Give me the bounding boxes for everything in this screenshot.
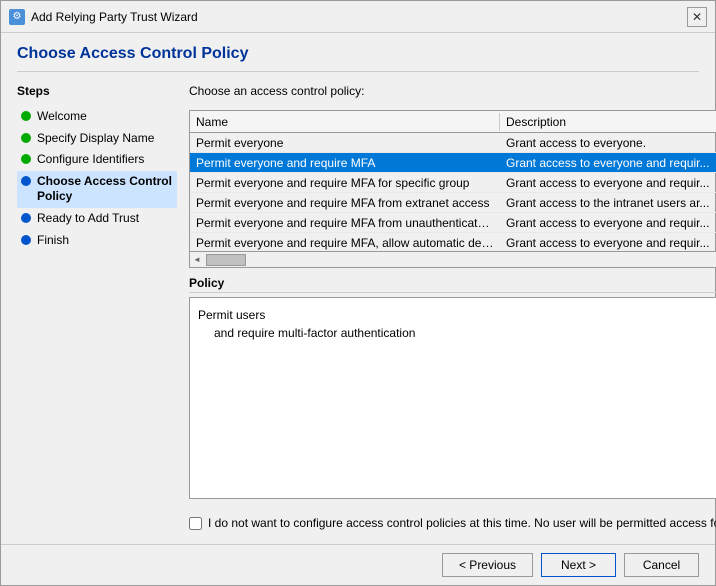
main-layout: Steps Welcome Specify Display Name Confi…	[17, 84, 699, 532]
cancel-button[interactable]: Cancel	[624, 553, 699, 577]
table-scroll-area: Name Description Permit everyone Grant a…	[190, 111, 716, 251]
step-welcome[interactable]: Welcome	[17, 106, 177, 128]
window-title: Add Relying Party Trust Wizard	[31, 10, 198, 24]
step-label-identifiers: Configure Identifiers	[37, 152, 144, 168]
title-bar: ⚙ Add Relying Party Trust Wizard ✕	[1, 1, 715, 33]
step-access-control[interactable]: Choose Access Control Policy	[17, 171, 177, 208]
title-bar-left: ⚙ Add Relying Party Trust Wizard	[9, 9, 198, 25]
policy-list-label: Choose an access control policy:	[189, 84, 716, 98]
step-label-display-name: Specify Display Name	[37, 131, 154, 147]
row-name: Permit everyone	[190, 134, 500, 152]
policy-box: Permit users and require multi-factor au…	[189, 297, 716, 499]
scroll-left-arrow[interactable]: ◄	[190, 255, 204, 264]
footer: < Previous Next > Cancel	[1, 544, 715, 585]
no-policy-checkbox-section: I do not want to configure access contro…	[189, 515, 716, 532]
policy-text-line1: Permit users	[198, 306, 716, 324]
row-description: Grant access to everyone and requir...	[500, 174, 716, 192]
table-row[interactable]: Permit everyone and require MFA Grant ac…	[190, 153, 716, 173]
step-ready[interactable]: Ready to Add Trust	[17, 208, 177, 230]
step-label-ready: Ready to Add Trust	[37, 211, 139, 227]
no-policy-checkbox-label[interactable]: I do not want to configure access contro…	[208, 515, 716, 532]
table-rows: Permit everyone Grant access to everyone…	[190, 133, 716, 251]
table-row[interactable]: Permit everyone and require MFA, allow a…	[190, 233, 716, 251]
table-row[interactable]: Permit everyone and require MFA from ext…	[190, 193, 716, 213]
policy-text-line2: and require multi-factor authentication	[214, 324, 716, 342]
step-label-finish: Finish	[37, 233, 69, 249]
previous-button[interactable]: < Previous	[442, 553, 533, 577]
row-name: Permit everyone and require MFA	[190, 154, 500, 172]
step-dot-access-control	[21, 176, 31, 186]
step-dot-display-name	[21, 133, 31, 143]
table-row[interactable]: Permit everyone Grant access to everyone…	[190, 133, 716, 153]
table-row[interactable]: Permit everyone and require MFA from una…	[190, 213, 716, 233]
table-inner: Name Description Permit everyone Grant a…	[190, 111, 716, 251]
table-header: Name Description	[190, 111, 716, 133]
next-button[interactable]: Next >	[541, 553, 616, 577]
step-identifiers[interactable]: Configure Identifiers	[17, 149, 177, 171]
row-name: Permit everyone and require MFA, allow a…	[190, 234, 500, 252]
step-label-access-control: Choose Access Control Policy	[37, 174, 173, 205]
step-dot-ready	[21, 213, 31, 223]
row-description: Grant access to the intranet users ar...	[500, 194, 716, 212]
step-display-name[interactable]: Specify Display Name	[17, 128, 177, 150]
column-header-name: Name	[190, 113, 500, 131]
horizontal-scrollbar[interactable]: ◄ ►	[190, 251, 716, 267]
table-row[interactable]: Permit everyone and require MFA for spec…	[190, 173, 716, 193]
steps-heading: Steps	[17, 84, 177, 98]
step-dot-identifiers	[21, 154, 31, 164]
step-label-welcome: Welcome	[37, 109, 87, 125]
wizard-icon: ⚙	[9, 9, 25, 25]
policy-section: Policy Permit users and require multi-fa…	[189, 276, 716, 499]
page-title: Choose Access Control Policy	[17, 45, 699, 72]
content-area: Choose Access Control Policy Steps Welco…	[1, 33, 715, 544]
row-description: Grant access to everyone and requir...	[500, 214, 716, 232]
policy-table: Name Description Permit everyone Grant a…	[189, 110, 716, 268]
close-button[interactable]: ✕	[687, 7, 707, 27]
row-description: Grant access to everyone and requir...	[500, 234, 716, 252]
column-header-description: Description	[500, 113, 716, 131]
policy-label: Policy	[189, 276, 716, 293]
wizard-window: ⚙ Add Relying Party Trust Wizard ✕ Choos…	[0, 0, 716, 586]
horiz-scroll-thumb[interactable]	[206, 254, 246, 266]
right-panel: Choose an access control policy: Name De…	[189, 84, 716, 532]
row-name: Permit everyone and require MFA from una…	[190, 214, 500, 232]
horiz-scroll-track[interactable]	[204, 253, 716, 267]
step-dot-welcome	[21, 111, 31, 121]
no-policy-checkbox[interactable]	[189, 517, 202, 530]
row-name: Permit everyone and require MFA from ext…	[190, 194, 500, 212]
step-dot-finish	[21, 235, 31, 245]
step-finish[interactable]: Finish	[17, 230, 177, 252]
row-description: Grant access to everyone.	[500, 134, 716, 152]
steps-panel: Steps Welcome Specify Display Name Confi…	[17, 84, 177, 532]
row-name: Permit everyone and require MFA for spec…	[190, 174, 500, 192]
row-description: Grant access to everyone and requir...	[500, 154, 716, 172]
